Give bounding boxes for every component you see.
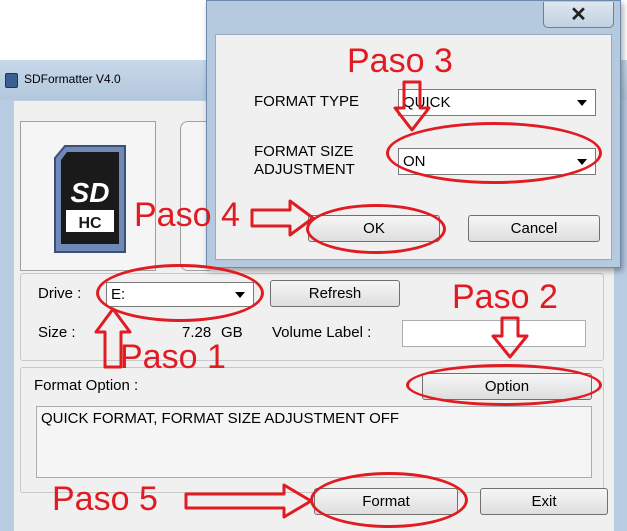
annotation-paso-2: Paso 2 <box>452 278 558 316</box>
arrow-down-icon <box>491 316 529 359</box>
cancel-button[interactable]: Cancel <box>468 215 600 242</box>
annotation-paso-3: Paso 3 <box>347 42 453 80</box>
chevron-down-icon <box>577 99 587 106</box>
annotation-paso-1: Paso 1 <box>120 338 226 376</box>
close-icon[interactable]: ✕ <box>543 2 614 28</box>
app-icon <box>5 73 18 88</box>
window-title: SDFormatter V4.0 <box>24 72 121 86</box>
drive-label: Drive : <box>38 285 82 302</box>
sd-card-icon: SD HC <box>54 145 126 253</box>
format-size-label-line1: FORMAT SIZE <box>254 143 354 160</box>
annotation-paso-5: Paso 5 <box>52 480 158 518</box>
size-label: Size : <box>38 324 76 341</box>
volume-label-label: Volume Label : <box>272 324 372 341</box>
hc-logo-text: HC <box>78 215 102 232</box>
arrow-down-icon <box>393 80 431 132</box>
format-option-text: QUICK FORMAT, FORMAT SIZE ADJUSTMENT OFF <box>36 406 592 478</box>
format-option-label: Format Option : <box>34 377 139 394</box>
refresh-button[interactable]: Refresh <box>270 280 400 307</box>
annotation-paso-4: Paso 4 <box>134 196 240 234</box>
format-type-label: FORMAT TYPE <box>254 93 360 110</box>
highlight-ok-button <box>306 204 446 254</box>
exit-button[interactable]: Exit <box>480 488 608 515</box>
highlight-format-button <box>310 472 468 528</box>
sd-logo-text: SD <box>71 177 110 208</box>
arrow-right-icon <box>184 483 313 519</box>
highlight-format-size-adjustment <box>386 122 602 184</box>
highlight-option-button <box>406 364 602 406</box>
format-size-label-line2: ADJUSTMENT <box>254 161 355 178</box>
